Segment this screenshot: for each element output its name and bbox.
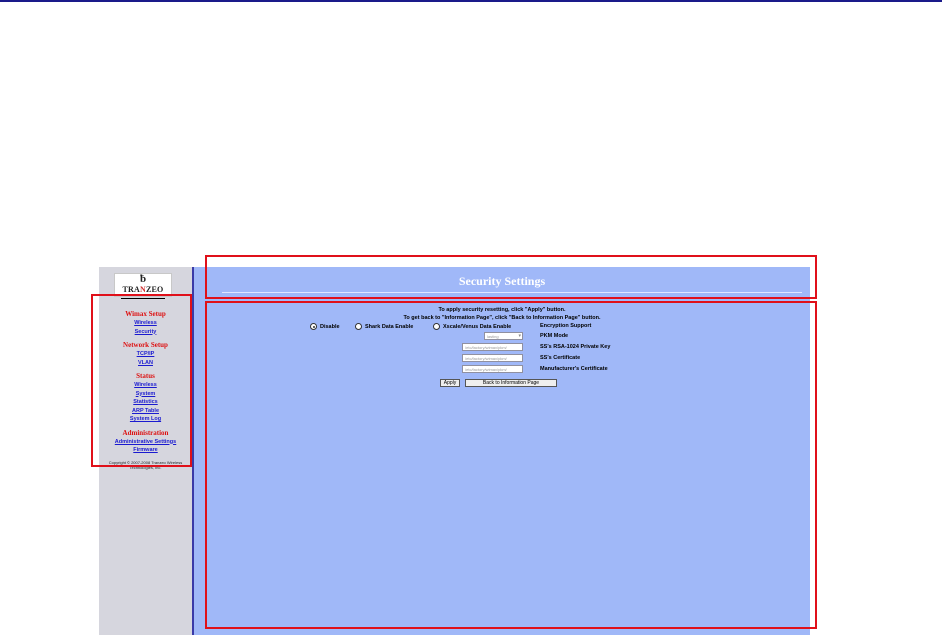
highlight-header: [205, 255, 817, 299]
highlight-main-panel: [205, 301, 817, 629]
window-top-border: [0, 0, 942, 2]
logo-icon: ƀ: [139, 273, 147, 285]
highlight-sidebar-nav: [91, 294, 192, 467]
